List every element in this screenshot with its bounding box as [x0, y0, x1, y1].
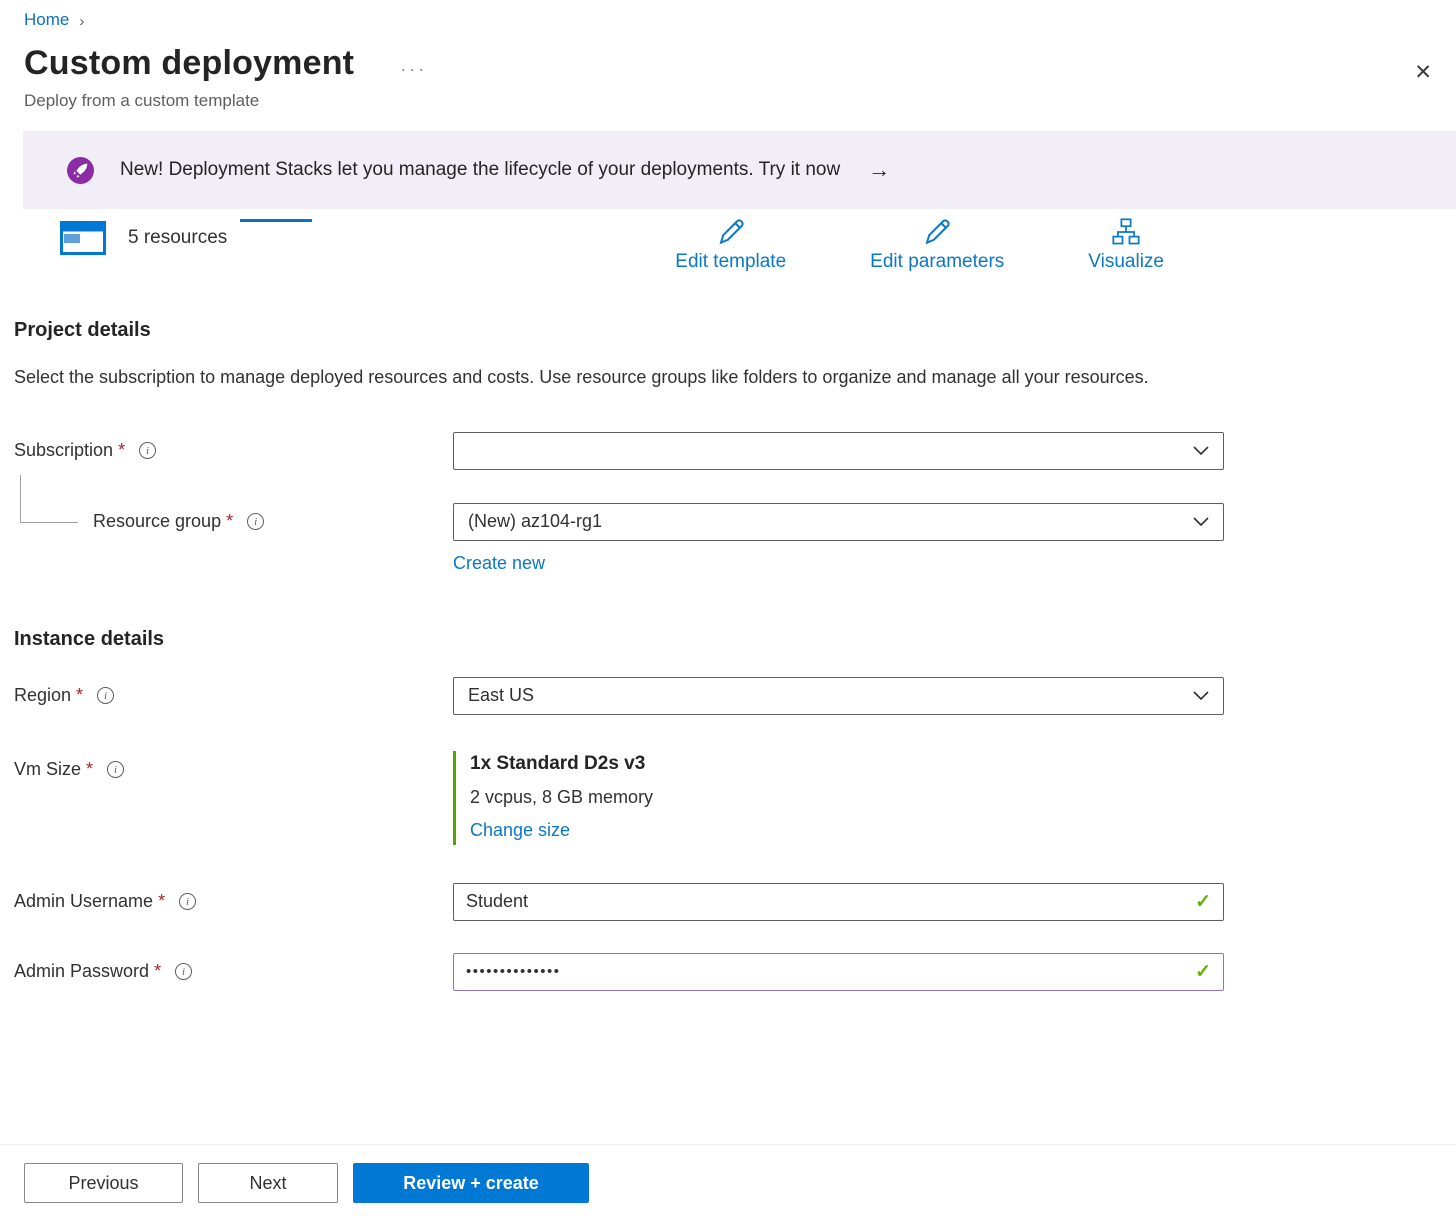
- page-subtitle: Deploy from a custom template: [24, 91, 1432, 111]
- required-marker: *: [158, 891, 165, 912]
- close-icon[interactable]: ✕: [1414, 62, 1432, 83]
- template-summary-bar: 5 resources Edit template Edit parameter…: [0, 217, 1456, 273]
- resource-group-dropdown[interactable]: (New) az104-rg1: [453, 503, 1224, 541]
- more-options-button[interactable]: ···: [400, 47, 427, 80]
- next-button[interactable]: Next: [198, 1163, 338, 1203]
- hierarchy-connector-line: [20, 475, 78, 523]
- info-icon[interactable]: i: [179, 893, 196, 910]
- breadcrumb-home-link[interactable]: Home: [24, 10, 69, 30]
- required-marker: *: [226, 511, 233, 532]
- vm-size-specs: 2 vcpus, 8 GB memory: [470, 787, 1224, 808]
- edit-template-label: Edit template: [675, 251, 786, 273]
- info-icon[interactable]: i: [139, 442, 156, 459]
- change-size-link[interactable]: Change size: [470, 820, 570, 841]
- custom-deployment-page: Home › Custom deployment ··· ✕ Deploy fr…: [0, 0, 1456, 1219]
- project-details-heading: Project details: [14, 319, 1432, 342]
- admin-username-input[interactable]: [453, 883, 1224, 921]
- info-icon[interactable]: i: [175, 963, 192, 980]
- required-marker: *: [154, 961, 161, 982]
- region-dropdown[interactable]: East US: [453, 677, 1224, 715]
- chevron-down-icon: [1193, 517, 1209, 527]
- resource-group-row: Resource group * i (New) az104-rg1: [14, 503, 1432, 541]
- subscription-dropdown[interactable]: [453, 432, 1224, 470]
- edit-parameters-button[interactable]: Edit parameters: [870, 217, 1004, 273]
- previous-button[interactable]: Previous: [24, 1163, 183, 1203]
- pencil-icon: [922, 217, 952, 247]
- admin-username-label: Admin Username: [14, 891, 153, 912]
- visualize-label: Visualize: [1088, 251, 1164, 273]
- admin-username-row: Admin Username * i ✓: [14, 883, 1432, 921]
- admin-password-input[interactable]: [453, 953, 1224, 991]
- page-title: Custom deployment: [24, 44, 354, 83]
- review-create-button[interactable]: Review + create: [353, 1163, 589, 1203]
- region-row: Region * i East US: [14, 677, 1432, 715]
- vm-size-row: Vm Size * i 1x Standard D2s v3 2 vcpus, …: [14, 751, 1432, 845]
- breadcrumb: Home ›: [24, 0, 1432, 30]
- template-icon: [60, 221, 106, 255]
- project-details-description: Select the subscription to manage deploy…: [14, 362, 1164, 394]
- region-value: East US: [468, 685, 534, 706]
- info-icon[interactable]: i: [107, 761, 124, 778]
- subscription-row: Subscription * i: [14, 432, 1432, 470]
- subscription-label: Subscription: [14, 440, 113, 461]
- edit-parameters-label: Edit parameters: [870, 251, 1004, 273]
- resource-group-label: Resource group: [93, 511, 221, 532]
- edit-template-button[interactable]: Edit template: [675, 217, 786, 273]
- vm-size-label: Vm Size: [14, 759, 81, 780]
- valid-check-icon: ✓: [1195, 960, 1211, 983]
- create-new-link[interactable]: Create new: [453, 553, 545, 574]
- required-marker: *: [76, 685, 83, 706]
- arrow-right-icon[interactable]: →: [868, 157, 890, 183]
- org-chart-icon: [1111, 217, 1141, 247]
- deployment-stacks-banner[interactable]: New! Deployment Stacks let you manage th…: [23, 131, 1456, 209]
- region-label: Region: [14, 685, 71, 706]
- pencil-icon: [716, 217, 746, 247]
- required-marker: *: [118, 440, 125, 461]
- resource-count-label: 5 resources: [128, 227, 227, 249]
- create-new-row: Create new: [14, 553, 1432, 574]
- instance-details-heading: Instance details: [14, 628, 1432, 651]
- vm-size-selection: 1x Standard D2s v3 2 vcpus, 8 GB memory …: [453, 751, 1224, 845]
- admin-password-row: Admin Password * i ✓: [14, 953, 1432, 991]
- info-icon[interactable]: i: [97, 687, 114, 704]
- clipped-template-link: [240, 219, 312, 222]
- banner-message: New! Deployment Stacks let you manage th…: [120, 159, 840, 181]
- resource-group-value: (New) az104-rg1: [468, 511, 602, 532]
- vm-size-title: 1x Standard D2s v3: [470, 753, 1224, 775]
- required-marker: *: [86, 759, 93, 780]
- wizard-footer: Previous Next Review + create: [0, 1144, 1456, 1219]
- chevron-down-icon: [1193, 446, 1209, 456]
- info-icon[interactable]: i: [247, 513, 264, 530]
- admin-password-label: Admin Password: [14, 961, 149, 982]
- rocket-icon: [67, 157, 94, 184]
- visualize-button[interactable]: Visualize: [1088, 217, 1164, 273]
- breadcrumb-chevron-icon: ›: [79, 13, 84, 30]
- chevron-down-icon: [1193, 691, 1209, 701]
- valid-check-icon: ✓: [1195, 890, 1211, 913]
